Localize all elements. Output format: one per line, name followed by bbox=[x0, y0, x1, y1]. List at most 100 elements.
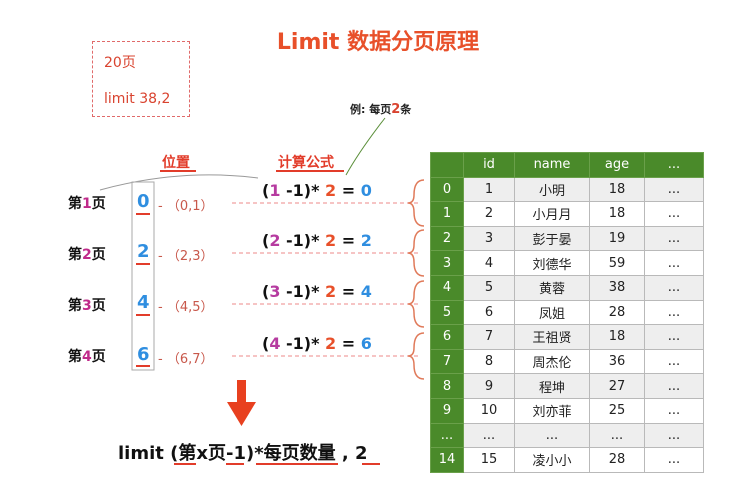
id-cell: 4 bbox=[463, 250, 515, 276]
table-row: 5 6 凤姐 28... bbox=[430, 299, 704, 326]
range-3: - （4,5） bbox=[158, 300, 214, 315]
page-label-1: 第1页 bbox=[68, 196, 106, 212]
table-row: 1 2 小月月 18... bbox=[430, 201, 704, 227]
row-number: 0 bbox=[430, 176, 464, 203]
formula-3: (3 -1)* 2 = 4 bbox=[262, 282, 372, 301]
table-row: 7 8 周杰伦 36... bbox=[430, 348, 704, 375]
name-cell: 刘德华 bbox=[514, 250, 590, 276]
table-row: 3 4 刘德华 59... bbox=[430, 250, 704, 276]
more-cell: ... bbox=[644, 397, 704, 424]
name-cell: 程坤 bbox=[514, 373, 590, 399]
formula-2: (2 -1)* 2 = 2 bbox=[262, 231, 372, 250]
page-label-4: 第4页 bbox=[68, 349, 106, 365]
row-number: 3 bbox=[430, 250, 464, 276]
name-cell: ... bbox=[514, 422, 590, 449]
id-cell: 1 bbox=[463, 176, 515, 203]
age-cell: 36 bbox=[589, 348, 645, 375]
formula-4: (4 -1)* 2 = 6 bbox=[262, 334, 372, 353]
page-label-3: 第3页 bbox=[68, 298, 106, 314]
column-header-name: name bbox=[514, 152, 590, 178]
row-number: 5 bbox=[430, 299, 464, 326]
row-number: 1 bbox=[430, 201, 464, 227]
more-cell: ... bbox=[644, 274, 704, 301]
id-cell: 15 bbox=[463, 447, 515, 473]
offset-1: 0 bbox=[137, 191, 150, 212]
id-cell: 6 bbox=[463, 299, 515, 326]
page-label-2: 第2页 bbox=[68, 247, 106, 263]
table-row: 4 5 黄蓉 38... bbox=[430, 274, 704, 301]
more-cell: ... bbox=[644, 348, 704, 375]
age-cell: 59 bbox=[589, 250, 645, 276]
age-cell: 38 bbox=[589, 274, 645, 301]
table-header-row: id name age ... bbox=[430, 152, 704, 178]
id-cell: 2 bbox=[463, 201, 515, 227]
id-cell: 5 bbox=[463, 274, 515, 301]
offset-4: 6 bbox=[137, 344, 150, 365]
age-cell: 25 bbox=[589, 397, 645, 424]
column-header-age: age bbox=[589, 152, 645, 178]
more-cell: ... bbox=[644, 176, 704, 203]
row-number: 7 bbox=[430, 348, 464, 375]
more-cell: ... bbox=[644, 201, 704, 227]
row-number: 14 bbox=[430, 447, 464, 473]
row-number: 9 bbox=[430, 397, 464, 424]
range-1: - （0,1） bbox=[158, 199, 214, 214]
bottom-formula: limit (第x页-1)*每页数量 , 2 bbox=[118, 443, 368, 464]
id-cell: 10 bbox=[463, 397, 515, 424]
formula-1: (1 -1)* 2 = 0 bbox=[262, 181, 372, 200]
table-row: 14 15 凌小小 28... bbox=[430, 447, 704, 473]
table-row: 0 1 小明 18... bbox=[430, 176, 704, 203]
table-row: 2 3 彭于晏 19... bbox=[430, 225, 704, 252]
more-cell: ... bbox=[644, 422, 704, 449]
offset-3: 4 bbox=[137, 292, 150, 313]
curve-arrow bbox=[99, 174, 259, 191]
down-arrow-shaft bbox=[237, 380, 246, 404]
row-number: 6 bbox=[430, 324, 464, 350]
example-arrow bbox=[345, 117, 386, 176]
name-cell: 凌小小 bbox=[514, 447, 590, 473]
id-cell: 8 bbox=[463, 348, 515, 375]
age-cell: 27 bbox=[589, 373, 645, 399]
name-cell: 周杰伦 bbox=[514, 348, 590, 375]
row-number: 8 bbox=[430, 373, 464, 399]
column-header-more: ... bbox=[644, 152, 704, 178]
id-cell: ... bbox=[463, 422, 515, 449]
row-number: ... bbox=[430, 422, 464, 449]
id-cell: 7 bbox=[463, 324, 515, 350]
table-row: 8 9 程坤 27... bbox=[430, 373, 704, 399]
offset-2: 2 bbox=[137, 241, 150, 262]
age-cell: 18 bbox=[589, 324, 645, 350]
range-4: - （6,7） bbox=[158, 352, 214, 367]
more-cell: ... bbox=[644, 373, 704, 399]
more-cell: ... bbox=[644, 225, 704, 252]
data-table: id name age ... 0 1 小明 18... 1 2 小月月 18... 2 3 彭于晏… bbox=[430, 152, 704, 473]
table-row: 9 10 刘亦菲 25... bbox=[430, 397, 704, 424]
name-cell: 小月月 bbox=[514, 201, 590, 227]
age-cell: 18 bbox=[589, 176, 645, 203]
name-cell: 彭于晏 bbox=[514, 225, 590, 252]
name-cell: 凤姐 bbox=[514, 299, 590, 326]
column-header-rownum bbox=[430, 152, 464, 178]
name-cell: 小明 bbox=[514, 176, 590, 203]
row-number: 2 bbox=[430, 225, 464, 252]
id-cell: 9 bbox=[463, 373, 515, 399]
more-cell: ... bbox=[644, 250, 704, 276]
range-2: - （2,3） bbox=[158, 249, 214, 264]
name-cell: 王祖贤 bbox=[514, 324, 590, 350]
age-cell: 18 bbox=[589, 201, 645, 227]
row-number: 4 bbox=[430, 274, 464, 301]
more-cell: ... bbox=[644, 324, 704, 350]
name-cell: 黄蓉 bbox=[514, 274, 590, 301]
age-cell: 19 bbox=[589, 225, 645, 252]
column-header-id: id bbox=[463, 152, 515, 178]
age-cell: 28 bbox=[589, 447, 645, 473]
id-cell: 3 bbox=[463, 225, 515, 252]
more-cell: ... bbox=[644, 299, 704, 326]
more-cell: ... bbox=[644, 447, 704, 473]
age-cell: ... bbox=[589, 422, 645, 449]
table-row: ............... bbox=[430, 422, 704, 449]
down-arrow-head bbox=[227, 402, 256, 426]
table-row: 6 7 王祖贤 18... bbox=[430, 324, 704, 350]
age-cell: 28 bbox=[589, 299, 645, 326]
name-cell: 刘亦菲 bbox=[514, 397, 590, 424]
